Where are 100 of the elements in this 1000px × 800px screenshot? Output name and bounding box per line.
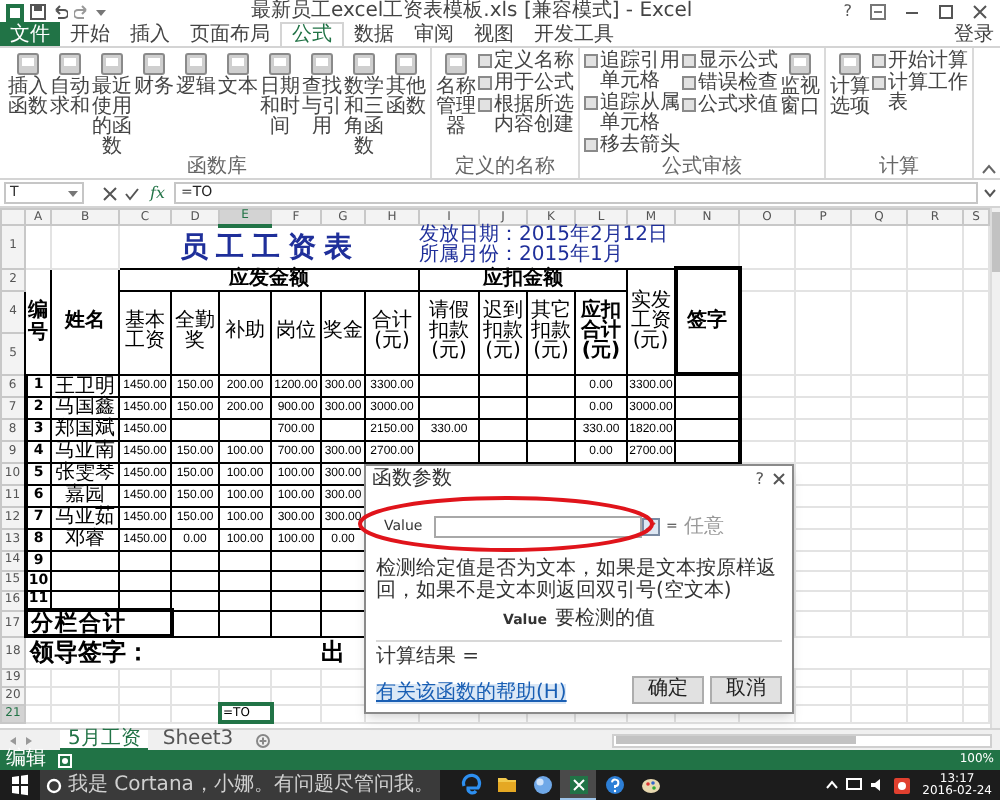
vertical-scrollbar[interactable] [990,208,1000,728]
cancel-icon[interactable] [102,185,118,201]
ribbon-tab[interactable]: 公式 [280,22,344,46]
ribbon-button[interactable]: 最近使用的函数 [92,52,132,158]
square-icon [478,54,492,68]
ribbon-button[interactable]: 追踪引用单元格 [584,52,680,92]
ribbon-button[interactable]: 用于公式 [478,74,574,94]
ribbon-tab[interactable]: 开始 [60,22,120,46]
insert-function-button[interactable]: fx [146,183,169,203]
ribbon-button[interactable]: 数学和三角函数 [344,52,384,158]
square-icon [872,54,886,68]
ribbon-tab[interactable]: 插入 [120,22,180,46]
issue-date: 发放日期：2015年2月12日 [419,226,671,246]
ribbon-button[interactable]: 显示公式 [682,52,778,72]
ribbon-button[interactable]: 公式求值 [682,96,778,116]
square-icon [584,96,598,110]
taskbar-button[interactable] [560,770,596,800]
horizontal-scrollbar[interactable] [612,733,992,747]
help-link[interactable]: 有关该函数的帮助(H) [376,684,567,704]
sheet-title: 员工工资表 [179,231,360,263]
column-title: 迟到扣款(元) [483,302,523,362]
input-method-icon[interactable] [894,777,911,793]
ribbon-tab[interactable]: 页面布局 [180,22,280,46]
square-icon [682,54,696,68]
ribbon-button[interactable]: 移去箭头 [584,136,680,156]
dialog-button[interactable]: 取消 [710,676,782,704]
total-label: 分栏合计 [31,610,127,636]
ribbon-button[interactable]: 插入函数 [8,52,48,158]
pay-month: 所属月份：2015年1月 [419,246,625,266]
network-icon[interactable] [846,778,863,792]
ribbon-button[interactable]: 文本 [218,52,258,158]
square-icon [872,76,886,90]
status-mode: 编辑 [6,750,46,770]
column-title: 基本工资 [125,312,165,352]
ribbon-button[interactable]: 逻辑 [176,52,216,158]
ribbon-button[interactable]: 错误检查 [682,74,778,94]
ribbon-tab[interactable]: 文件 [0,22,60,46]
collapse-icon[interactable] [982,164,996,174]
ribbon-button[interactable]: 名称管理器 [436,52,476,158]
signature-label: 领导签字： [30,638,150,667]
redo-icon[interactable] [74,4,90,20]
dialog-button[interactable]: 确定 [632,676,704,704]
column-title: 奖金 [323,322,363,342]
square-icon [478,76,492,90]
ribbon-tab[interactable]: 开发工具 [524,22,624,46]
column-title: 全勤奖 [175,312,215,352]
caret-icon[interactable] [826,780,839,790]
macro-record-icon[interactable] [58,753,72,767]
group-label: 定义的名称 [453,158,557,178]
expand-icon[interactable] [984,188,996,198]
close-icon[interactable] [772,472,786,486]
column-title: 应扣合计(元) [581,302,621,362]
column-title: 其它扣款(元) [531,302,571,362]
search-field[interactable]: 我是 Cortana，小娜。有问题尽管问我。 [40,770,440,800]
ribbon-button[interactable]: 计算选项 [830,52,870,158]
undo-icon[interactable] [52,4,68,20]
check-icon[interactable] [124,185,140,201]
column-title: 合计(元) [372,312,412,352]
sheet-tab[interactable]: Sheet3 [154,729,242,751]
column-title: 岗位 [276,322,316,342]
ribbon-display-icon[interactable] [870,4,886,20]
column-title: 请假扣款(元) [429,302,469,362]
ribbon-button[interactable]: 查找与引用 [302,52,342,158]
parameter-description: 要检测的值 [554,610,655,630]
ribbon-button[interactable]: 根据所选内容创建 [478,96,574,136]
help-button[interactable]: ? [837,0,858,24]
column-title: 编号 [28,299,48,343]
close-icon[interactable] [972,4,988,20]
group-label: 计算 [877,158,921,178]
ribbon-tab[interactable]: 审阅 [404,22,464,46]
ribbon-tab[interactable]: 视图 [464,22,524,46]
input-field[interactable] [434,516,642,538]
cortana-icon [46,777,62,793]
column-title: 姓名 [65,310,105,332]
ribbon-button[interactable]: 追踪从属单元格 [584,94,680,134]
argument-result: 任意 [683,517,724,537]
square-icon [682,76,696,90]
group-label: 公式审核 [660,158,744,178]
ribbon-tab[interactable]: 数据 [344,22,404,46]
cashier-label: 出 [321,638,345,666]
add-sheet-icon[interactable] [255,733,270,747]
maximize-icon[interactable] [938,4,954,20]
column-title: 签字 [687,309,727,331]
ribbon-button[interactable]: 日期和时间 [260,52,300,158]
column-title: 实发工资(元) [630,291,671,351]
help-button[interactable]: ? [755,471,764,487]
ribbon-button[interactable]: 自动求和 [50,52,90,158]
ribbon-button[interactable]: 定义名称 [478,52,574,72]
dialog-title: 函数参数 [372,469,454,489]
ribbon-button[interactable]: 财务 [134,52,174,158]
square-icon [478,98,492,112]
ribbon-button[interactable]: 开始计算 [872,52,968,72]
ribbon-button[interactable]: 监视窗口 [780,52,820,158]
save-icon[interactable] [30,4,46,20]
ribbon-button[interactable]: 计算工作表 [872,74,968,114]
sheet-tab[interactable]: 5月工资 [60,729,149,751]
column-title: 补助 [225,322,265,342]
function-description: 检测给定值是否为文本，如果是文本按原样返回，如果不是文本则返回双引号(空文本) [376,558,778,602]
ribbon-button[interactable]: 其他函数 [386,52,426,158]
sign-in-link[interactable]: 登录 [948,24,1000,46]
